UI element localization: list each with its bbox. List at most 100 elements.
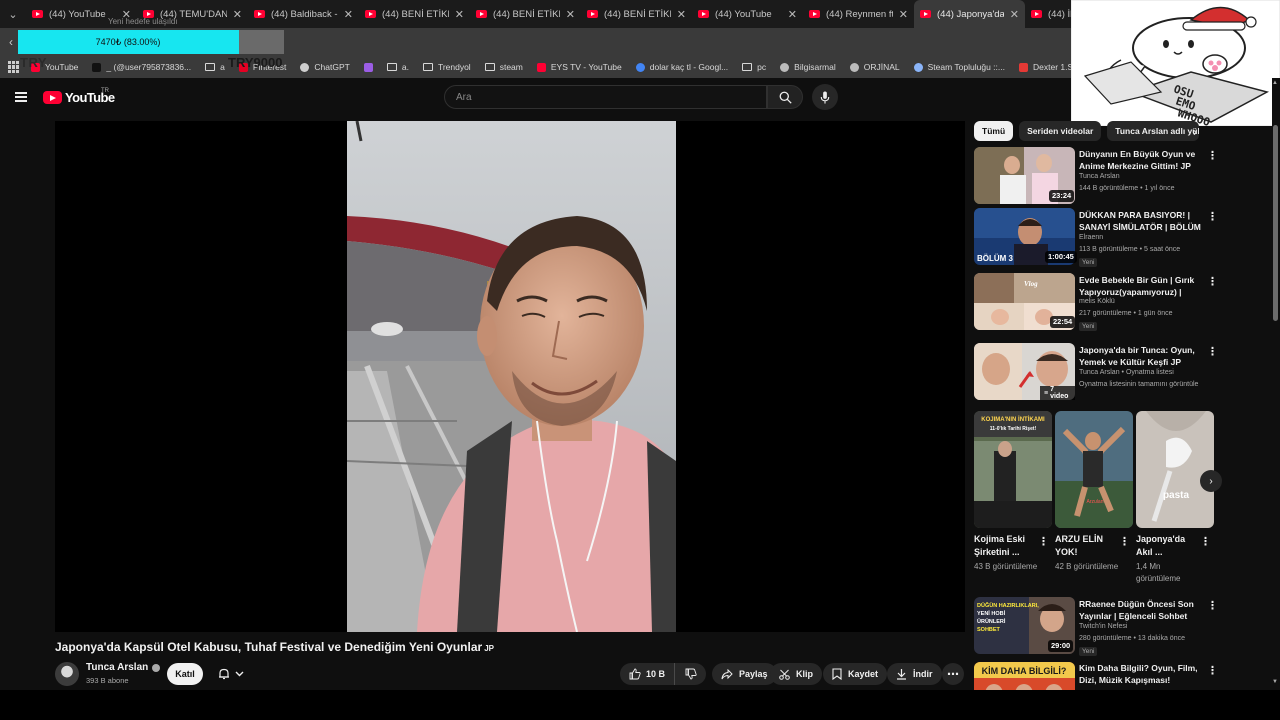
- clip-button[interactable]: Klip: [770, 663, 822, 685]
- share-button[interactable]: Paylaş: [712, 663, 777, 685]
- recommendation-item[interactable]: DÜĞÜN HAZIRLIKLARI, YENİ HOBİ ÜRÜNLERİ S…: [974, 597, 1219, 656]
- channel-name[interactable]: Tunca Arslan: [86, 662, 161, 673]
- recommendation-menu-icon[interactable]: ⋮: [1207, 599, 1218, 612]
- bookmark-item[interactable]: pc: [735, 62, 773, 72]
- bookmark-item[interactable]: steam: [478, 62, 530, 72]
- join-button[interactable]: Katıl: [167, 663, 203, 685]
- recommendation-menu-icon[interactable]: ⋮: [1207, 210, 1218, 223]
- bottom-letterbox: [0, 690, 1280, 720]
- bookmark-label: Steam Topluluğu ::...: [927, 62, 1005, 72]
- browser-tab[interactable]: (44) Baldiback - YouTube ✕: [248, 0, 359, 28]
- bookmark-item[interactable]: [357, 62, 380, 72]
- bookmark-item[interactable]: ORJİNAL: [843, 62, 907, 72]
- recommendation-title[interactable]: DÜKKAN PARA BASIYOR! | SANAYİ SİMÜLATÖR …: [1079, 210, 1207, 234]
- browser-tab[interactable]: (44) BENİ ETİKETLE ✕: [359, 0, 470, 28]
- recommendation-channel[interactable]: Elraenn: [1079, 234, 1103, 241]
- recommendation-title[interactable]: RRaenee Düğün Öncesi Son Yayınlar | Eğle…: [1079, 599, 1207, 622]
- recommendation-item[interactable]: BÖLÜM 3 1:00:45 DÜKKAN PARA BASIYOR! | S…: [974, 208, 1219, 267]
- video-frame[interactable]: [347, 121, 676, 632]
- search-input[interactable]: Ara: [444, 85, 767, 109]
- short-menu-icon[interactable]: ⋮: [1038, 535, 1049, 548]
- shorts-shelf: KOJIMA'NIN İNTİKAMI 11-0'lık Tarihi Rişe…: [974, 411, 1219, 591]
- browser-tab[interactable]: (44) Reynmen ft. Yakar ✕: [803, 0, 914, 28]
- chip-uploader[interactable]: Tunca Arslan adlı yükleyiciden: [1107, 121, 1200, 141]
- browser-tab[interactable]: (44) BENİ ETİKETLE ✕: [581, 0, 692, 28]
- short-title[interactable]: Japonya'da Akıl ...: [1136, 533, 1201, 559]
- playlist-channel[interactable]: Tunca Arslan: [1079, 369, 1120, 376]
- tab-close-icon[interactable]: ✕: [1010, 8, 1019, 21]
- thumbnail-title-text: KİM DAHA BİLGİLİ?: [982, 666, 1067, 676]
- browser-tab[interactable]: (44) BENİ ETİKETLE ✕: [470, 0, 581, 28]
- dislike-button[interactable]: [675, 663, 706, 685]
- bookmark-item[interactable]: dolar kaç tl - Googl...: [629, 62, 735, 72]
- short-thumbnail[interactable]: KOJIMA'NIN İNTİKAMI 11-0'lık Tarihi Rişe…: [974, 411, 1052, 528]
- short-thumbnail[interactable]: pasta: [1136, 411, 1214, 528]
- playlist-title[interactable]: Japonya'da bir Tunca: Oyun, Yemek ve Kül…: [1079, 345, 1207, 368]
- chip-all[interactable]: Tümü: [974, 121, 1014, 141]
- recommendation-item[interactable]: KİM DAHA BİLGİLİ? Kim Daha Bilgili? Oyun…: [974, 662, 1219, 690]
- back-arrow-icon[interactable]: ‹: [9, 35, 13, 49]
- tab-close-icon[interactable]: ✕: [566, 8, 575, 21]
- tab-close-icon[interactable]: ✕: [677, 8, 686, 21]
- recommendation-item[interactable]: 23:24 Dünyanın En Büyük Oyun ve Anime Me…: [974, 147, 1219, 205]
- scroll-up-arrow-icon[interactable]: ▲: [1272, 80, 1278, 86]
- save-button[interactable]: Kaydet: [823, 663, 888, 685]
- recommendation-thumbnail[interactable]: KİM DAHA BİLGİLİ?: [974, 662, 1075, 690]
- upload-age: 13 dakika önce: [1137, 635, 1185, 642]
- recommendation-menu-icon[interactable]: ⋮: [1207, 664, 1218, 677]
- bookmark-item[interactable]: a: [198, 62, 232, 72]
- playlist-item[interactable]: ≡ 7 video Japonya'da bir Tunca: Oyun, Yem…: [974, 343, 1219, 401]
- tab-close-icon[interactable]: ✕: [233, 8, 242, 21]
- tab-search-chevron-icon[interactable]: ⌄: [0, 0, 26, 28]
- apps-grid-icon[interactable]: [8, 61, 20, 73]
- download-button[interactable]: İndir: [887, 663, 942, 685]
- donation-progress-text: 7470₺ (83.00%): [95, 37, 161, 47]
- subscribe-bell-button[interactable]: [210, 663, 252, 685]
- chips-next-arrow-icon[interactable]: ›: [1193, 125, 1197, 139]
- bookmark-item[interactable]: _ (@user795873836...: [85, 62, 198, 72]
- recommendation-channel[interactable]: Tunca Arslan: [1079, 173, 1120, 180]
- recommendation-menu-icon[interactable]: ⋮: [1207, 275, 1218, 288]
- tab-close-icon[interactable]: ✕: [344, 8, 353, 21]
- like-button[interactable]: 10 B: [620, 663, 676, 685]
- short-title[interactable]: ARZU ELİN YOK!: [1055, 533, 1120, 559]
- channel-avatar[interactable]: [55, 662, 79, 686]
- chip-series-videos[interactable]: Seriden videolar: [1019, 121, 1102, 141]
- browser-tab[interactable]: (44) Japonya'da Kapsül ✕: [914, 0, 1025, 28]
- tab-close-icon[interactable]: ✕: [455, 8, 464, 21]
- short-menu-icon[interactable]: ⋮: [1119, 535, 1130, 548]
- recommendation-title[interactable]: Kim Daha Bilgili? Oyun, Film, Dizi, Müzi…: [1079, 663, 1207, 686]
- tab-close-icon[interactable]: ✕: [788, 8, 797, 21]
- hamburger-menu-icon[interactable]: [15, 92, 27, 102]
- recommendation-item[interactable]: Vlog 22:54 Evde Bebekle Bir Gün | Gırık …: [974, 273, 1219, 331]
- recommendation-channel[interactable]: melis Köklü: [1079, 298, 1115, 305]
- bookmark-item[interactable]: EYS TV - YouTube: [530, 62, 629, 72]
- bookmark-item[interactable]: a.: [380, 62, 416, 72]
- recommendation-channel[interactable]: Twitch'in Nefesi: [1079, 623, 1127, 630]
- more-actions-button[interactable]: ⋯: [942, 663, 964, 685]
- recommendation-menu-icon[interactable]: ⋮: [1207, 149, 1218, 162]
- recommendation-menu-icon[interactable]: ⋮: [1207, 345, 1218, 358]
- short-menu-icon[interactable]: ⋮: [1200, 535, 1211, 548]
- scroll-down-arrow-icon[interactable]: ▼: [1272, 679, 1278, 685]
- bookmark-item[interactable]: ChatGPT: [293, 62, 356, 72]
- short-title[interactable]: Kojima Eski Şirketini ...: [974, 533, 1039, 559]
- view-full-playlist-link[interactable]: Oynatma listesinin tamamını görüntüle: [1079, 381, 1198, 388]
- like-count: 10 B: [646, 669, 666, 679]
- recommendation-title[interactable]: Evde Bebekle Bir Gün | Gırık Yapıyoruz(y…: [1079, 275, 1207, 299]
- search-button[interactable]: [767, 85, 803, 109]
- browser-tab[interactable]: (44) YouTube ✕: [692, 0, 803, 28]
- youtube-favicon-icon: [476, 10, 487, 18]
- bookmark-item[interactable]: Steam Topluluğu ::...: [907, 62, 1012, 72]
- tab-close-icon[interactable]: ✕: [899, 8, 908, 21]
- scrollbar-thumb[interactable]: [1273, 125, 1278, 321]
- bookmark-item[interactable]: Bilgisarmal: [773, 62, 843, 72]
- shorts-next-button[interactable]: ›: [1200, 470, 1222, 492]
- bookmark-item[interactable]: Trendyol: [416, 62, 478, 72]
- voice-search-button[interactable]: [812, 84, 838, 110]
- youtube-favicon-icon: [587, 10, 598, 18]
- recommendation-title[interactable]: Dünyanın En Büyük Oyun ve Anime Merkezin…: [1079, 149, 1207, 172]
- dexter-icon: [1018, 62, 1028, 72]
- country-code: TR: [101, 88, 109, 94]
- short-thumbnail[interactable]: Arzulan: [1055, 411, 1133, 528]
